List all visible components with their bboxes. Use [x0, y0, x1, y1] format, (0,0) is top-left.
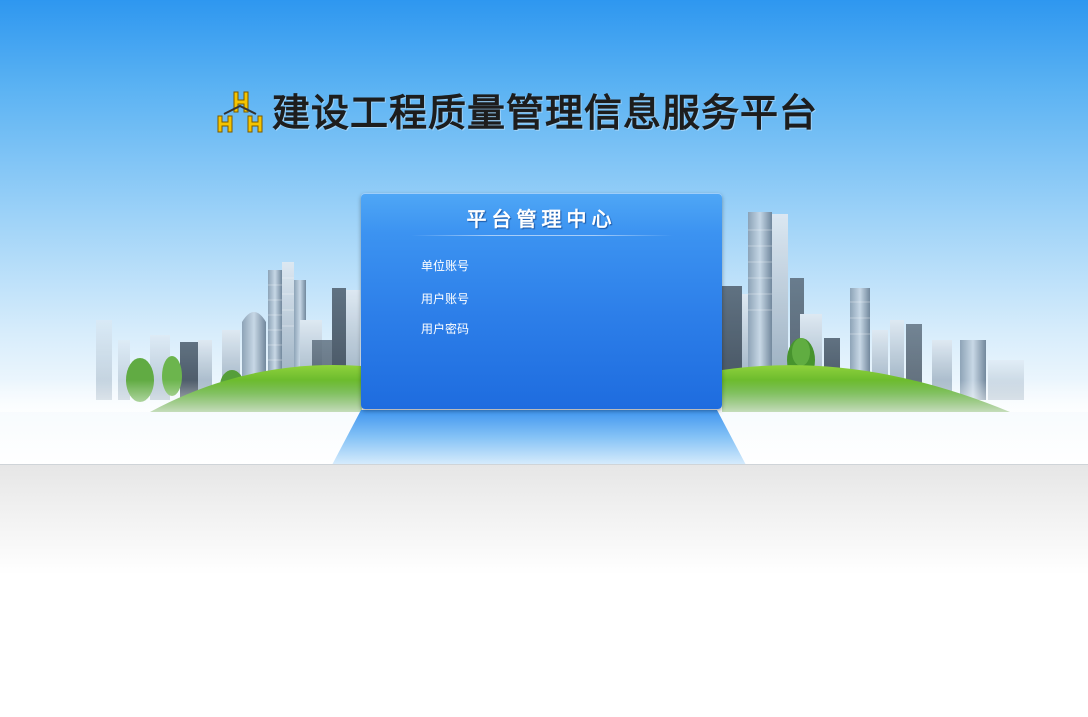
user-account-label: 用户账号 — [421, 292, 470, 306]
hh-logo-icon — [217, 91, 263, 133]
unit-account-label: 单位账号 — [421, 259, 470, 273]
user-password-label: 用户密码 — [421, 322, 470, 336]
floor-background — [0, 465, 1088, 717]
panel-divider — [411, 235, 673, 236]
login-page: 建设工程质量管理信息服务平台 平台管理中心 单位账号 用户账号 用户密码 — [0, 0, 1088, 717]
login-panel: 平台管理中心 单位账号 用户账号 用户密码 — [361, 193, 722, 409]
panel-reflection — [332, 410, 746, 465]
site-title: 建设工程质量管理信息服务平台 — [272, 91, 819, 135]
panel-title: 平台管理中心 — [466, 207, 617, 231]
